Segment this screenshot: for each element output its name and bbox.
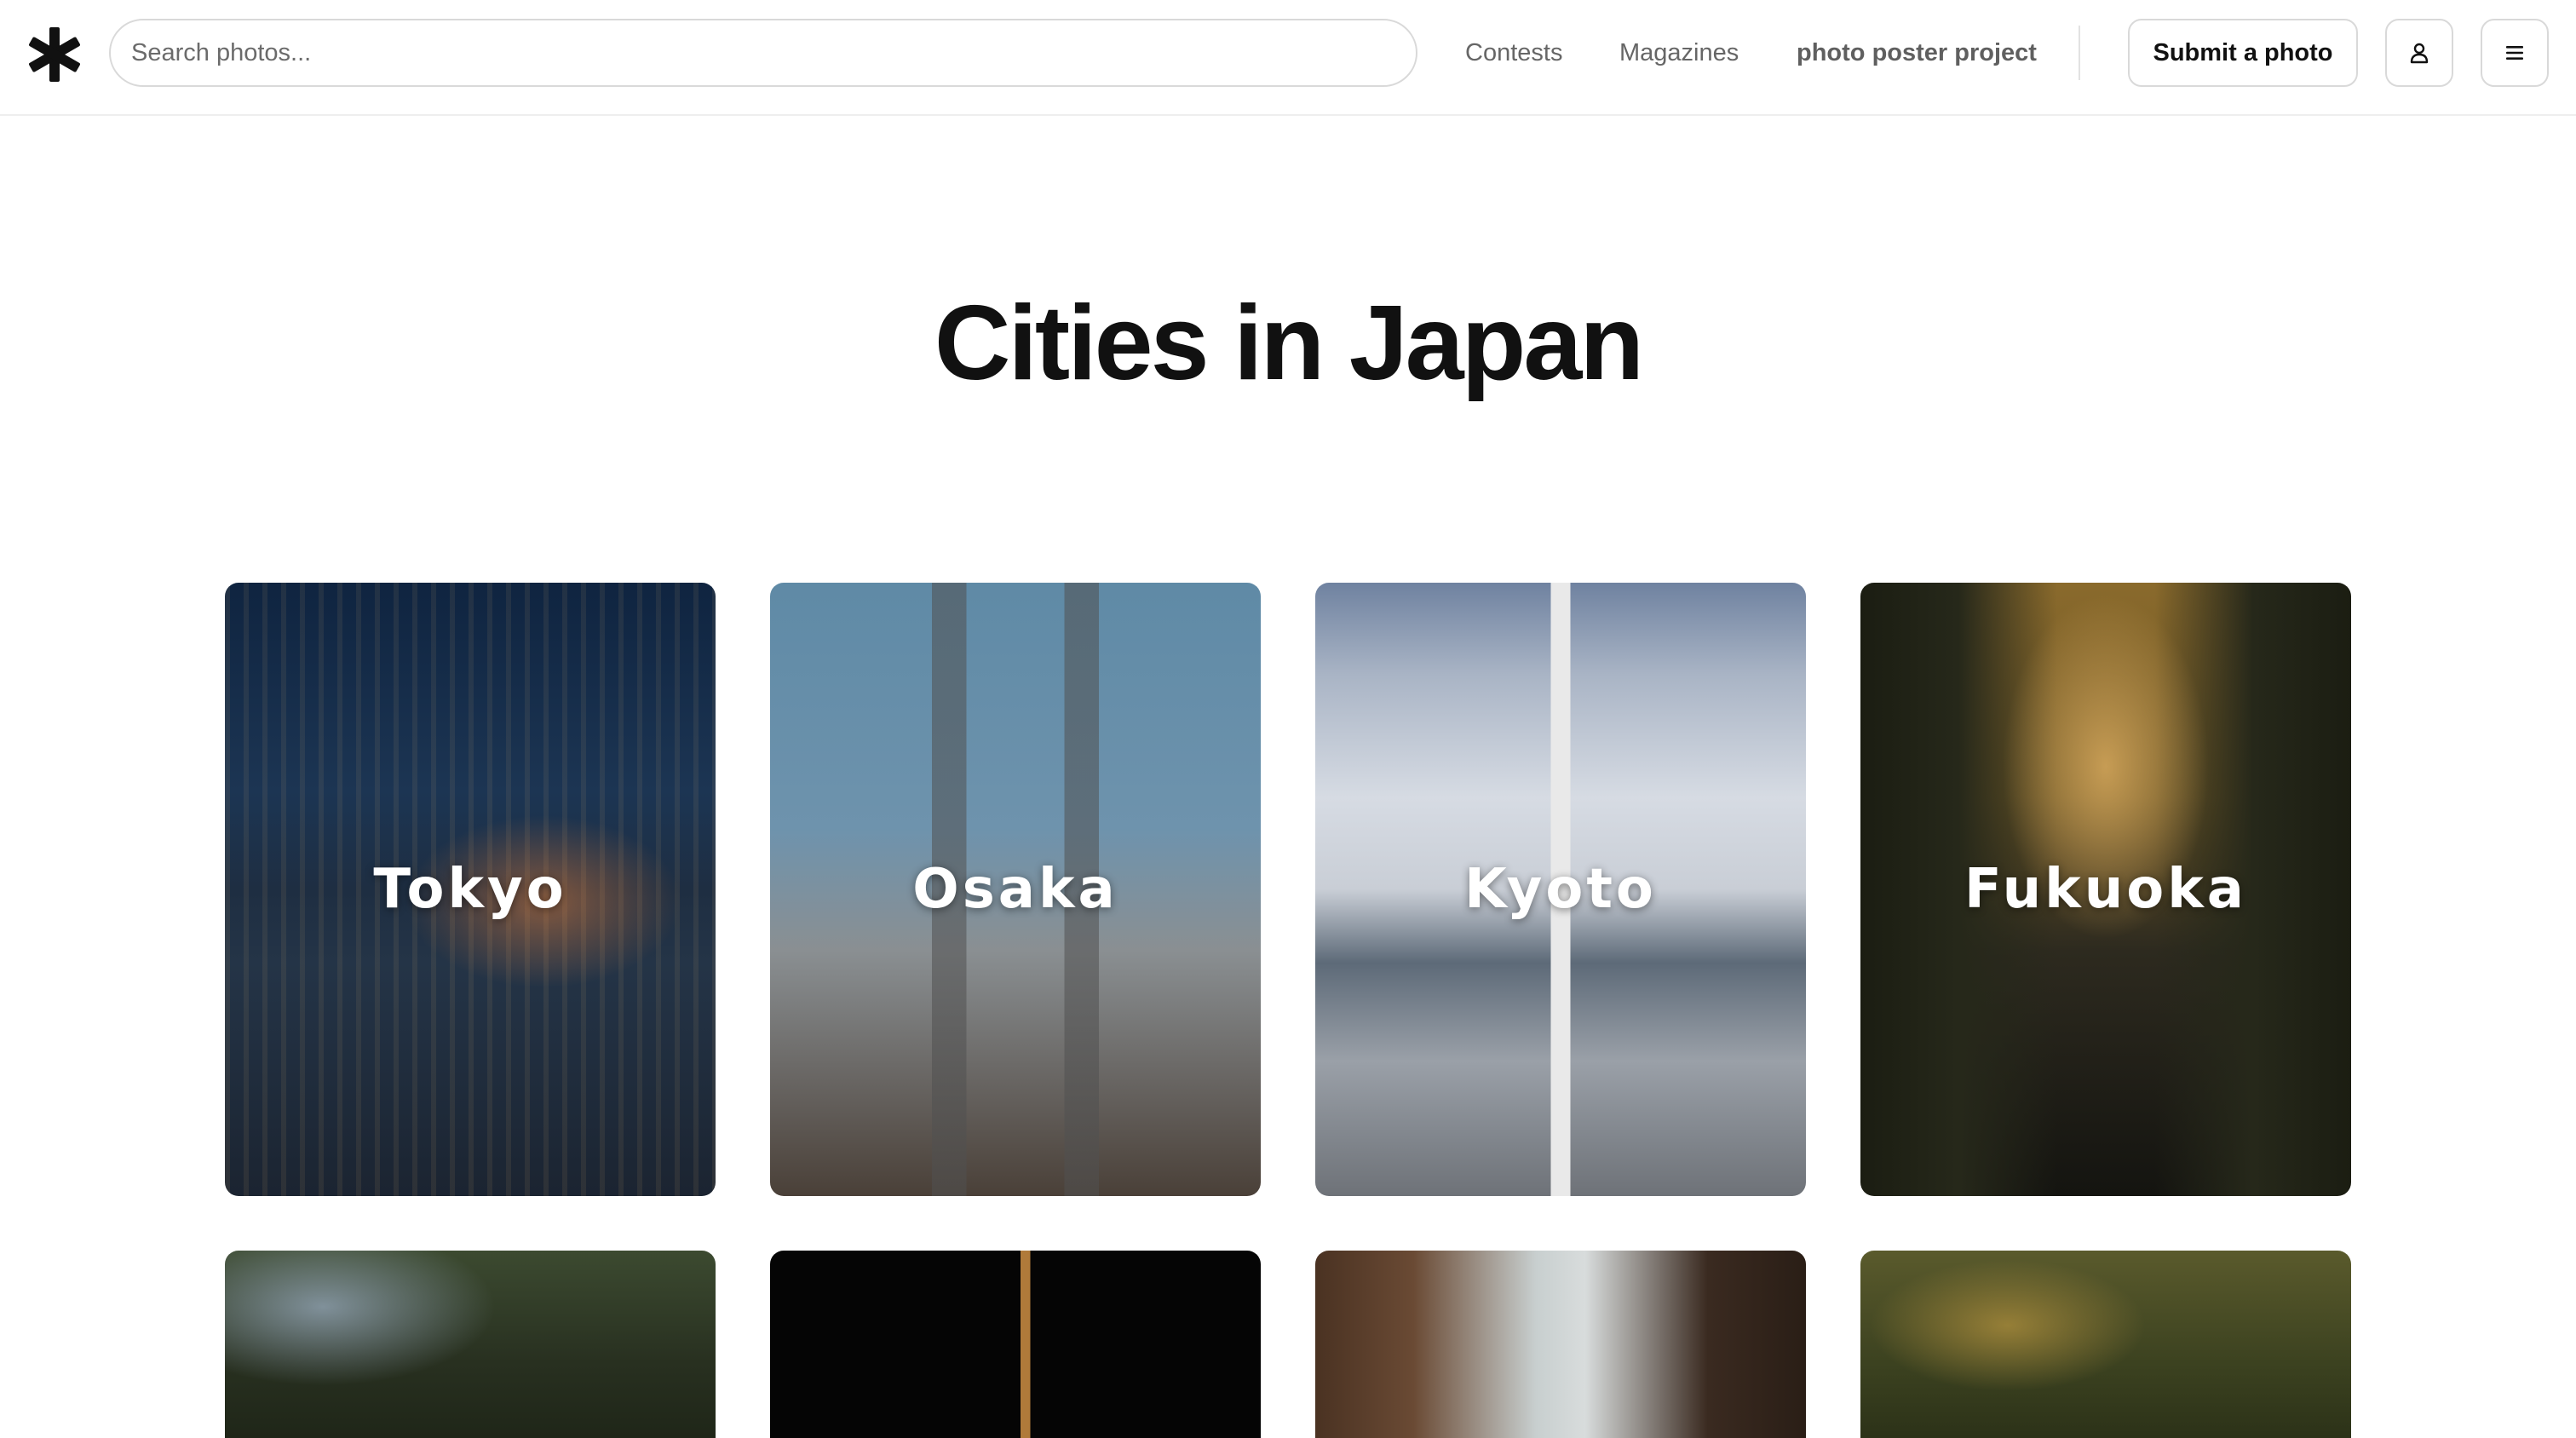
nav-link-magazines[interactable]: Magazines	[1619, 36, 1739, 70]
nav-divider	[2079, 26, 2080, 80]
user-account-button[interactable]	[2385, 19, 2453, 87]
city-card-label: Tokyo	[373, 858, 567, 921]
city-card-tokyo[interactable]: Tokyo	[225, 583, 716, 1196]
asterisk-logo-icon[interactable]	[24, 24, 85, 85]
hamburger-menu-icon	[2506, 46, 2523, 60]
city-card-kyoto[interactable]: Kyoto	[1315, 583, 1806, 1196]
city-card[interactable]	[1860, 1251, 2351, 1438]
city-card-osaka[interactable]: Osaka	[770, 583, 1261, 1196]
main-menu-button[interactable]	[2481, 19, 2549, 87]
city-card-label: Fukuoka	[1964, 858, 2247, 921]
city-card[interactable]	[225, 1251, 716, 1438]
user-icon	[2410, 43, 2429, 64]
submit-photo-button[interactable]: Submit a photo	[2128, 19, 2358, 87]
page-title: Cities in Japan	[934, 285, 1644, 402]
search-input[interactable]	[109, 19, 1417, 87]
nav-link-photo-poster-project[interactable]: photo poster project	[1797, 36, 2037, 70]
nav-link-contests[interactable]: Contests	[1465, 36, 1562, 70]
city-card[interactable]	[770, 1251, 1261, 1438]
city-card[interactable]	[1315, 1251, 1806, 1438]
city-card-fukuoka[interactable]: Fukuoka	[1860, 583, 2351, 1196]
logo-asterisk-svg	[29, 27, 80, 82]
top-navigation-bar: Contests Magazines photo poster project …	[0, 0, 2576, 116]
city-card-label: Kyoto	[1464, 858, 1657, 921]
city-card-label: Osaka	[912, 858, 1118, 921]
